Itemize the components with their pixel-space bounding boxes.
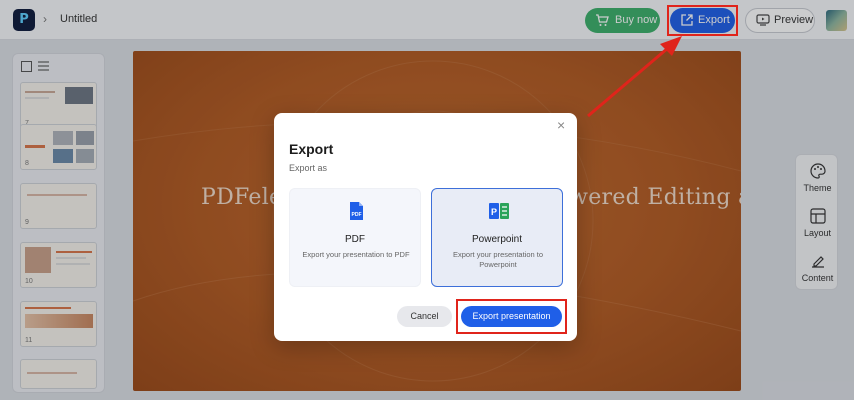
- close-icon[interactable]: ×: [557, 117, 565, 133]
- option-name: PDF: [345, 234, 365, 245]
- option-name: Powerpoint: [471, 234, 523, 245]
- option-description: Export your presentation to PDF: [302, 250, 410, 259]
- svg-text:P: P: [491, 207, 497, 217]
- svg-text:PDF: PDF: [352, 212, 362, 218]
- cancel-button[interactable]: Cancel: [397, 306, 452, 327]
- option-description: Export your presentation to Powerpoint: [452, 250, 544, 269]
- export-button-highlight: [667, 5, 738, 36]
- powerpoint-icon: P: [489, 203, 509, 219]
- export-option-pdf[interactable]: PDF PDF Export your presentation to PDF: [289, 188, 421, 287]
- dialog-subtitle: Export as: [289, 163, 328, 173]
- export-option-powerpoint[interactable]: P Powerpoint Export your presentation to…: [431, 188, 563, 287]
- pdf-file-icon: PDF: [350, 202, 363, 220]
- dialog-title: Export: [289, 141, 334, 157]
- export-presentation-highlight: [456, 299, 567, 334]
